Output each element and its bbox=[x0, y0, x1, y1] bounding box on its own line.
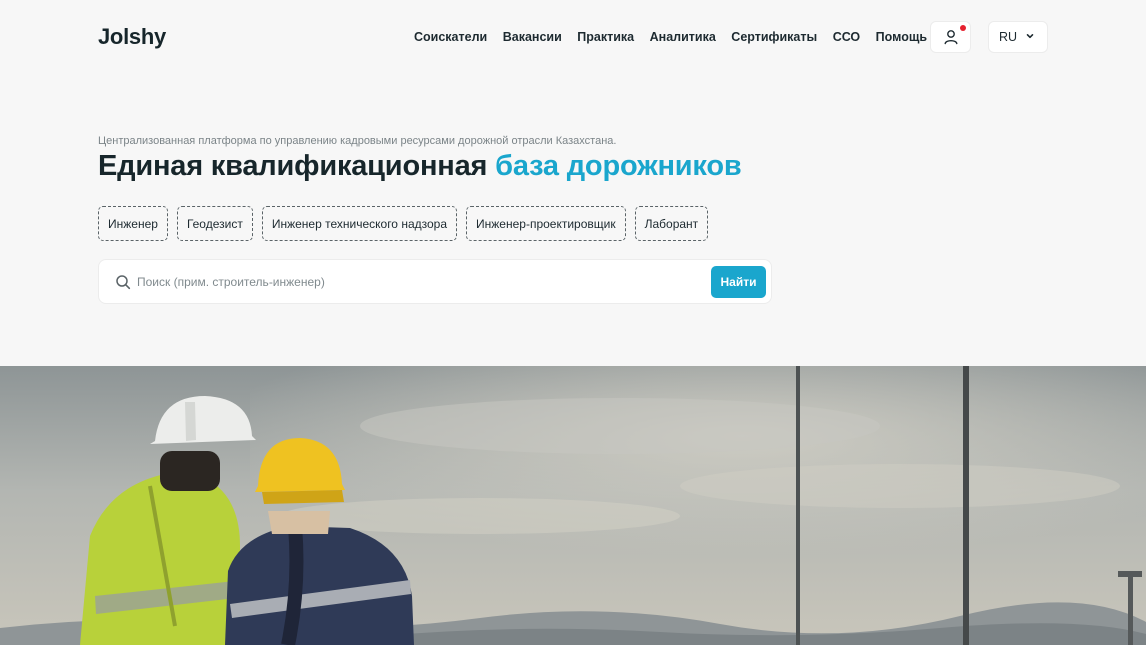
profession-chips: Инженер Геодезист Инженер технического н… bbox=[98, 206, 717, 241]
workers-photo bbox=[0, 366, 1146, 645]
search-input[interactable] bbox=[137, 270, 697, 294]
nav-item-help[interactable]: Помощь bbox=[876, 30, 927, 44]
nav-item-certificates[interactable]: Сертификаты bbox=[731, 30, 817, 44]
hero-tagline: Централизованная платформа по управлению… bbox=[98, 135, 617, 147]
search-button[interactable]: Найти bbox=[711, 266, 766, 298]
hero-title: Единая квалификационная база дорожников bbox=[98, 150, 742, 183]
user-icon bbox=[944, 30, 957, 45]
nav-item-sso[interactable]: ССО bbox=[833, 30, 860, 44]
hero-title-main: Единая квалификационная bbox=[98, 150, 488, 182]
language-selector[interactable]: RU bbox=[988, 21, 1048, 53]
chevron-down-icon bbox=[1026, 34, 1034, 39]
language-label: RU bbox=[999, 30, 1018, 44]
nav-item-candidates[interactable]: Соискатели bbox=[414, 30, 487, 44]
search-icon bbox=[116, 275, 131, 290]
main-nav: Соискатели Вакансии Практика Аналитика С… bbox=[414, 30, 943, 44]
chip-surveyor[interactable]: Геодезист bbox=[176, 206, 253, 241]
search-bar: Найти bbox=[98, 259, 772, 304]
nav-item-analytics[interactable]: Аналитика bbox=[650, 30, 716, 44]
nav-item-vacancies[interactable]: Вакансии bbox=[503, 30, 562, 44]
site-header: Jolshy Соискатели Вакансии Практика Анал… bbox=[0, 0, 1146, 76]
hero-photo bbox=[0, 366, 1146, 645]
hero-title-accent: база дорожников bbox=[495, 150, 742, 182]
user-account-button[interactable] bbox=[930, 21, 971, 53]
chip-supervision-engineer[interactable]: Инженер технического надзора bbox=[261, 206, 458, 241]
nav-item-practice[interactable]: Практика bbox=[577, 30, 634, 44]
logo[interactable]: Jolshy bbox=[98, 24, 166, 50]
chip-design-engineer[interactable]: Инженер-проектировщик bbox=[466, 206, 626, 241]
chip-engineer[interactable]: Инженер bbox=[98, 206, 168, 241]
notification-dot bbox=[960, 25, 966, 31]
chip-lab-assistant[interactable]: Лаборант bbox=[634, 206, 709, 241]
